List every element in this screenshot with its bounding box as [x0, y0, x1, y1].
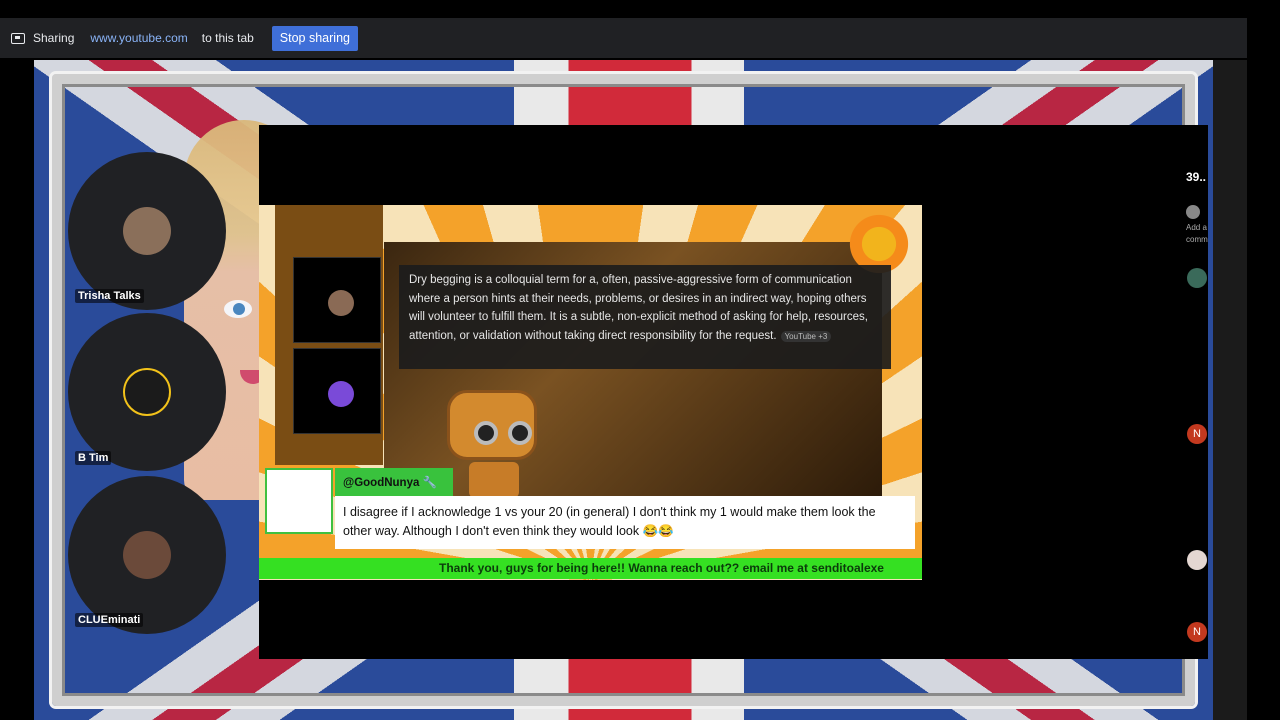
screen-share-icon [11, 32, 25, 44]
chat-avatar [1187, 550, 1207, 570]
screen-share-bar: Sharing www.youtube.com to this tab Stop… [0, 18, 1247, 58]
add-comment-text[interactable]: Add a comm [1186, 222, 1208, 246]
featured-comment: @GoodNunya 🔧 I disagree if I acknowledge… [265, 468, 915, 550]
avatar [123, 207, 171, 255]
illustration-eye [224, 300, 252, 318]
robot-head [447, 390, 537, 460]
participant-tile-3[interactable] [68, 476, 226, 634]
chat-avatar [1187, 268, 1207, 288]
cam-column [275, 205, 383, 465]
participant-name: B Tim [75, 451, 112, 465]
chat-avatar-n: N [1187, 424, 1207, 444]
participant-tile-1[interactable] [68, 152, 226, 310]
cam-tile [293, 257, 381, 343]
avatar [123, 531, 171, 579]
comment-text: I disagree if I acknowledge 1 vs your 20… [335, 496, 915, 549]
stop-sharing-button[interactable]: Stop sharing [271, 25, 358, 51]
shared-url[interactable]: www.youtube.com [90, 31, 187, 45]
commenter-username: @GoodNunya 🔧 [335, 468, 453, 496]
source-chip: YouTube +3 [780, 330, 832, 342]
robot-eye [508, 421, 532, 445]
avatar [328, 290, 354, 316]
viewer-count: 39.. [1186, 170, 1207, 184]
scrollbar-track[interactable] [1213, 60, 1247, 720]
definition-box: Dry begging is a colloquial term for a, … [399, 265, 891, 369]
avatar [328, 381, 354, 407]
avatar [123, 368, 171, 416]
cam-tile [293, 348, 381, 434]
participant-name: Trisha Talks [75, 289, 144, 303]
tab-label: to this tab [201, 31, 254, 45]
window-edge [1247, 18, 1280, 720]
chat-avatar [1186, 205, 1200, 219]
ticker-banner: Thank you, guys for being here!! Wanna r… [259, 558, 922, 579]
sharing-label: Sharing [33, 31, 75, 45]
commenter-avatar [265, 468, 333, 534]
robot-eye [474, 421, 498, 445]
participant-name: CLUEminati [75, 613, 144, 627]
chat-avatar-n: N [1187, 622, 1207, 642]
participant-tile-2[interactable] [68, 313, 226, 471]
